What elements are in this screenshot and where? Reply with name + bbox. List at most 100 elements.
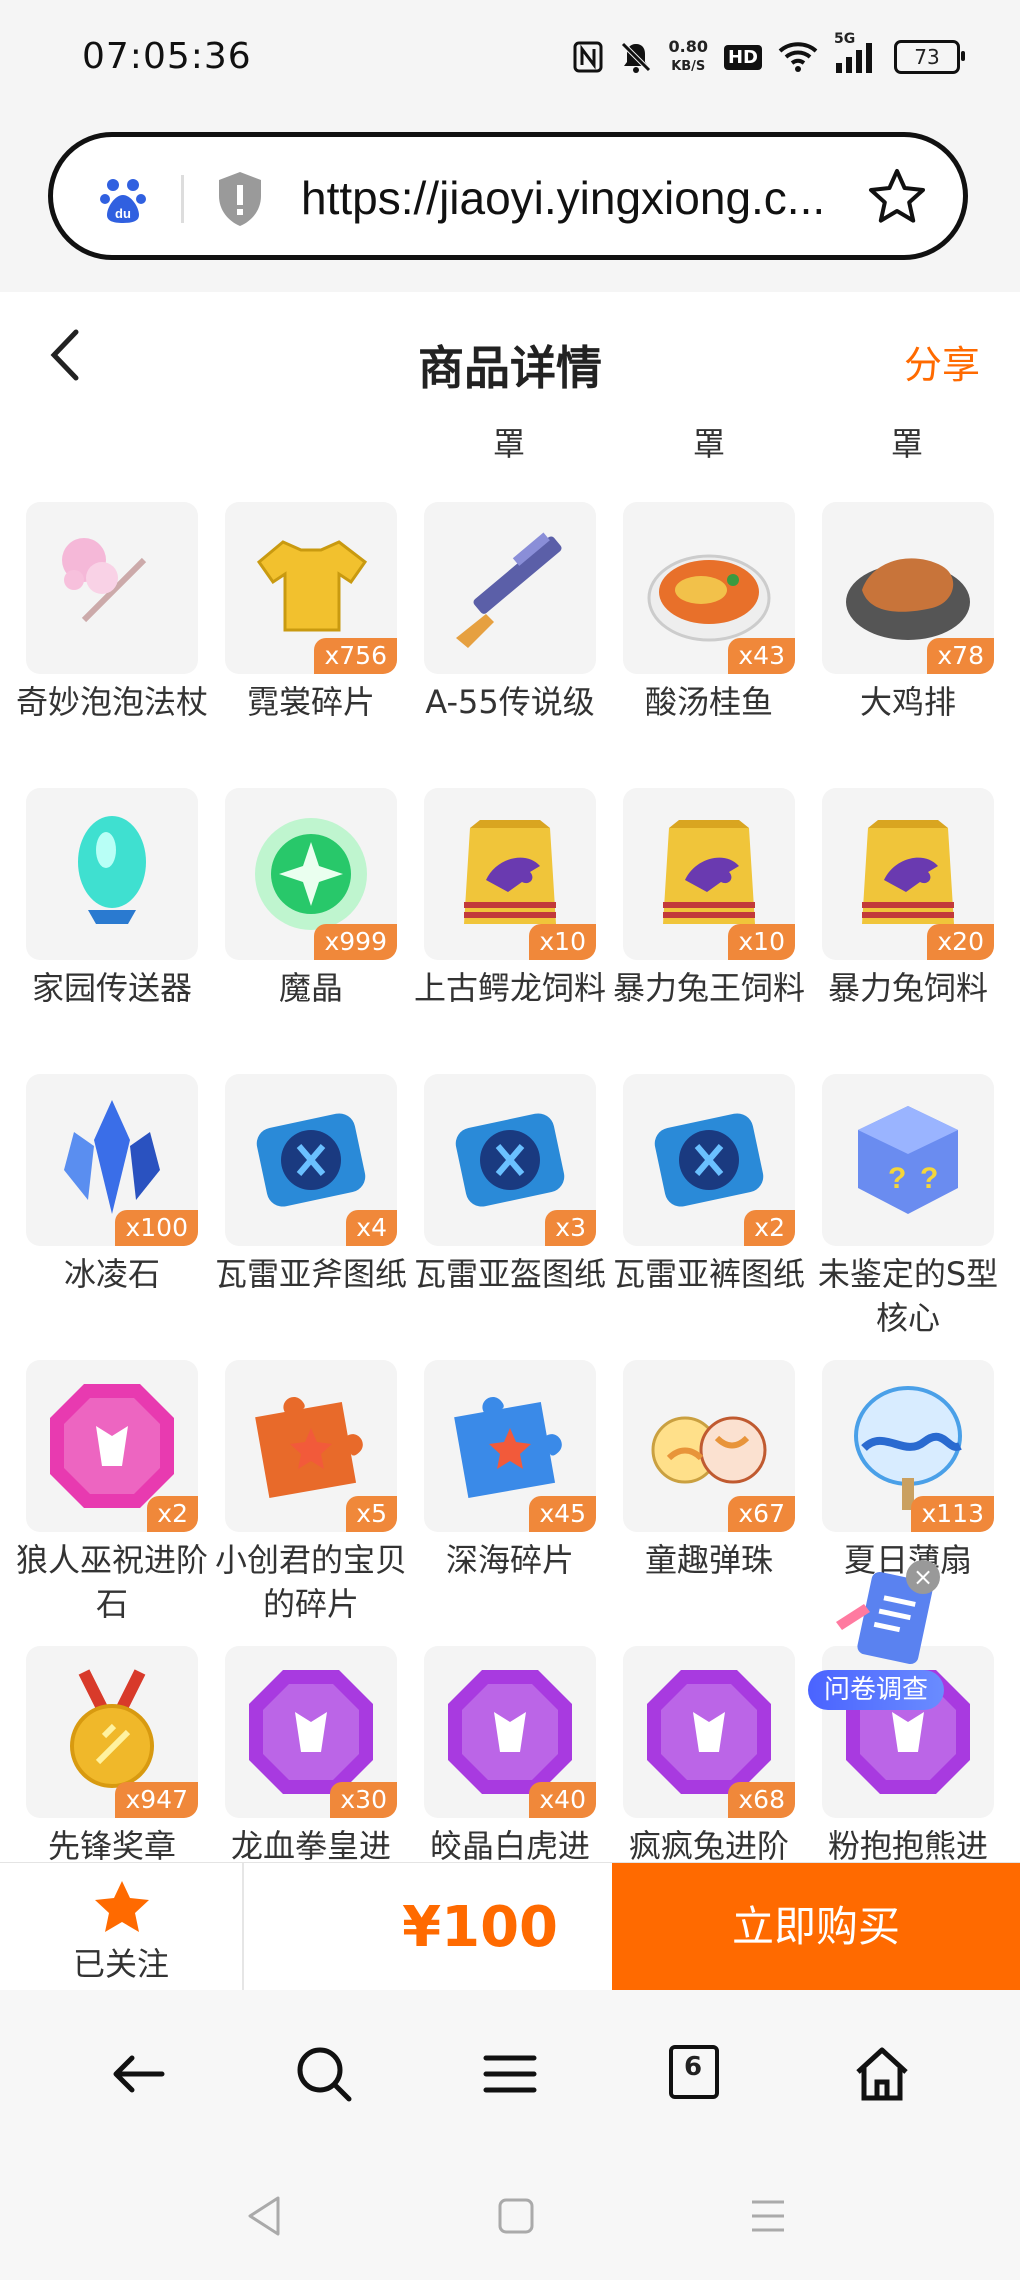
product-item[interactable]: A-55传说级 — [424, 502, 596, 724]
tabs-icon[interactable]: 6 — [668, 2044, 728, 2104]
quantity-badge: x756 — [314, 638, 397, 674]
product-item[interactable]: x3 瓦雷亚盔图纸 — [414, 1074, 606, 1296]
page-title: 商品详情 — [418, 341, 602, 395]
product-thumbnail[interactable] — [26, 788, 198, 960]
product-thumbnail[interactable]: x947 — [26, 1646, 198, 1818]
product-item[interactable]: x113 夏日薄扇 — [822, 1360, 994, 1582]
buy-now-button[interactable]: 立即购买 — [612, 1863, 1020, 1991]
product-thumbnail[interactable]: x10 — [424, 788, 596, 960]
product-item[interactable]: x2 狼人巫祝进阶石 — [16, 1360, 208, 1626]
price: ¥100 — [242, 1863, 612, 1991]
product-name: 魔晶 — [278, 969, 343, 1007]
product-name: 深海碎片 — [445, 1541, 574, 1579]
product-item[interactable]: x68 疯疯兔进阶 — [623, 1646, 795, 1862]
bookmark-star-icon[interactable] — [865, 165, 929, 233]
hd-icon: HD — [723, 44, 762, 70]
product-item[interactable]: 奇妙泡泡法杖 — [16, 502, 208, 724]
product-name: 小创君的宝贝的碎片 — [214, 1541, 407, 1623]
product-name: 霓裳碎片 — [246, 683, 375, 721]
product-item[interactable]: x2 瓦雷亚裤图纸 — [613, 1074, 805, 1296]
item-list[interactable]: 罩 罩 罩 奇妙泡泡法杖 x756 霓裳碎片 A-55传说级 x43 酸汤桂鱼 x78 大鸡排… — [0, 422, 1020, 1862]
product-thumbnail[interactable]: x68 — [623, 1646, 795, 1818]
product-item[interactable]: 家园传送器 — [26, 788, 198, 1010]
purchase-bar: 已关注 ¥100 立即购买 — [0, 1862, 1020, 1991]
product-item[interactable]: x40 皎晶白虎进 — [424, 1646, 596, 1862]
survey-label[interactable]: 问卷调查 — [808, 1670, 944, 1710]
product-thumbnail[interactable]: ?? — [822, 1074, 994, 1246]
product-item[interactable]: x43 酸汤桂鱼 — [623, 502, 795, 724]
product-name: 疯疯兔进阶 — [628, 1827, 789, 1862]
nav-recents-icon[interactable] — [748, 2194, 788, 2242]
product-item[interactable]: x30 龙血拳皇进 — [225, 1646, 397, 1862]
home-icon[interactable] — [852, 2044, 912, 2104]
product-thumbnail[interactable]: x30 — [225, 1646, 397, 1818]
url-bar[interactable]: du https://jiaoyi.yingxiong.c... — [48, 132, 968, 260]
product-thumbnail[interactable]: x999 — [225, 788, 397, 960]
product-thumbnail[interactable]: x5 — [225, 1360, 397, 1532]
svg-text:?: ? — [888, 1162, 906, 1195]
quantity-badge: x2 — [147, 1496, 198, 1532]
product-thumbnail[interactable]: x4 — [225, 1074, 397, 1246]
product-name: 龙血拳皇进 — [230, 1827, 391, 1862]
follow-button[interactable]: 已关注 — [0, 1863, 244, 1991]
product-thumbnail[interactable]: x756 — [225, 502, 397, 674]
product-item[interactable]: x756 霓裳碎片 — [225, 502, 397, 724]
product-thumbnail[interactable]: x43 — [623, 502, 795, 674]
url-divider — [181, 175, 184, 223]
status-time: 07:05:36 — [82, 36, 252, 77]
menu-icon[interactable] — [480, 2044, 540, 2104]
search-icon[interactable] — [294, 2044, 354, 2104]
nav-back-icon[interactable] — [244, 2194, 284, 2242]
product-item[interactable]: x947 先锋奖章 — [26, 1646, 198, 1862]
quantity-badge: x3 — [545, 1210, 596, 1246]
product-name: 童趣弹珠 — [644, 1541, 773, 1579]
product-name: 上古鳄龙饲料 — [413, 969, 606, 1007]
product-item[interactable]: x10 暴力兔王饲料 — [613, 788, 805, 1010]
share-button[interactable]: 分享 — [904, 334, 980, 389]
survey-close-button[interactable]: × — [906, 1560, 940, 1594]
product-thumbnail[interactable]: x78 — [822, 502, 994, 674]
product-item[interactable]: x20 暴力兔饲料 — [822, 788, 994, 1010]
product-thumbnail[interactable]: x10 — [623, 788, 795, 960]
product-item[interactable]: x10 上古鳄龙饲料 — [414, 788, 606, 1010]
quantity-badge: x947 — [115, 1782, 198, 1818]
product-name: 狼人巫祝进阶石 — [15, 1541, 208, 1623]
baidu-paw-icon[interactable]: du — [97, 173, 149, 225]
product-item[interactable]: ?? 未鉴定的S型核心 — [818, 1074, 998, 1340]
product-name: 先锋奖章 — [47, 1827, 176, 1862]
security-shield-icon[interactable] — [215, 169, 265, 233]
product-name: 家园传送器 — [31, 969, 192, 1007]
product-name: A-55传说级 — [425, 683, 595, 721]
product-thumbnail[interactable]: x67 — [623, 1360, 795, 1532]
product-item[interactable]: x67 童趣弹珠 — [623, 1360, 795, 1582]
product-thumbnail[interactable] — [26, 502, 198, 674]
product-thumbnail[interactable]: x3 — [424, 1074, 596, 1246]
product-thumbnail[interactable] — [424, 502, 596, 674]
product-thumbnail[interactable]: x2 — [26, 1360, 198, 1532]
url-text[interactable]: https://jiaoyi.yingxiong.c... — [301, 171, 901, 225]
product-thumbnail[interactable]: x40 — [424, 1646, 596, 1818]
product-item[interactable]: x78 大鸡排 — [822, 502, 994, 724]
product-thumbnail[interactable]: x20 — [822, 788, 994, 960]
quantity-badge: x113 — [911, 1496, 994, 1532]
product-item[interactable]: x999 魔晶 — [225, 788, 397, 1010]
follow-star-icon — [92, 1879, 152, 1941]
net-speed: 0.80 KB/S — [668, 37, 708, 75]
wifi-icon — [778, 41, 818, 73]
product-thumbnail[interactable]: x45 — [424, 1360, 596, 1532]
product-item[interactable]: x5 小创君的宝贝的碎片 — [215, 1360, 407, 1626]
product-thumbnail[interactable]: x100 — [26, 1074, 198, 1246]
partial-row: 罩 罩 罩 — [0, 422, 1020, 482]
product-thumbnail[interactable]: x2 — [623, 1074, 795, 1246]
browser-back-icon[interactable] — [108, 2044, 168, 2104]
product-name: 瓦雷亚裤图纸 — [612, 1255, 805, 1293]
product-item[interactable]: x100 冰凌石 — [26, 1074, 198, 1296]
product-item[interactable]: x4 瓦雷亚斧图纸 — [215, 1074, 407, 1296]
product-thumbnail[interactable]: x113 — [822, 1360, 994, 1532]
product-item[interactable]: x45 深海碎片 — [424, 1360, 596, 1582]
status-icons: 0.80 KB/S HD 5G 73 — [573, 31, 965, 76]
survey-float[interactable]: × 问卷调查 — [808, 1560, 948, 1710]
nav-home-icon[interactable] — [496, 2194, 536, 2242]
system-navigation — [0, 2160, 1020, 2280]
quantity-badge: x43 — [728, 638, 795, 674]
